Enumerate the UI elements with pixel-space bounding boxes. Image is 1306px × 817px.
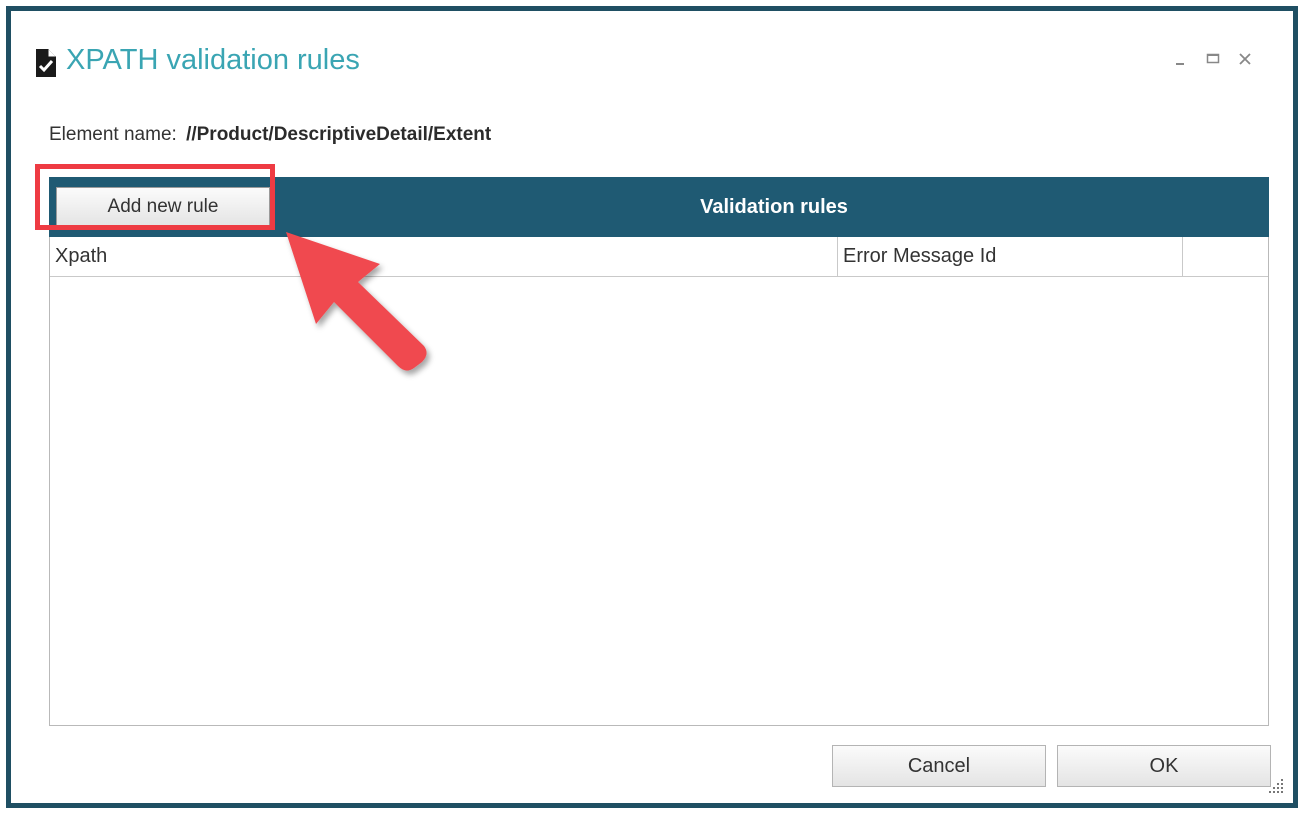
window-controls [1173, 49, 1263, 71]
close-icon[interactable] [1237, 49, 1253, 69]
grid-header: Xpath Error Message Id [50, 237, 1268, 277]
dialog-title: XPATH validation rules [66, 44, 360, 76]
element-name-label: Element name: [49, 124, 177, 145]
validation-rules-header: Add new rule Validation rules [49, 177, 1269, 237]
document-check-icon [35, 48, 57, 78]
ok-button[interactable]: OK [1057, 745, 1271, 787]
column-header-extra [1183, 237, 1269, 276]
dialog-window: XPATH validation rules Element name: //P… [6, 6, 1298, 808]
element-name-row: Element name: //Product/DescriptiveDetai… [49, 124, 491, 146]
maximize-icon[interactable] [1205, 49, 1221, 69]
rules-grid[interactable]: Xpath Error Message Id [49, 237, 1269, 726]
cancel-button[interactable]: Cancel [832, 745, 1046, 787]
validation-rules-title: Validation rules [700, 196, 848, 218]
resize-grip-icon[interactable] [1267, 777, 1285, 795]
column-header-error-message-id[interactable]: Error Message Id [838, 237, 1183, 276]
minimize-icon[interactable] [1173, 49, 1189, 69]
add-new-rule-button[interactable]: Add new rule [56, 187, 270, 227]
column-header-xpath[interactable]: Xpath [50, 237, 838, 276]
element-name-value: //Product/DescriptiveDetail/Extent [186, 124, 492, 145]
